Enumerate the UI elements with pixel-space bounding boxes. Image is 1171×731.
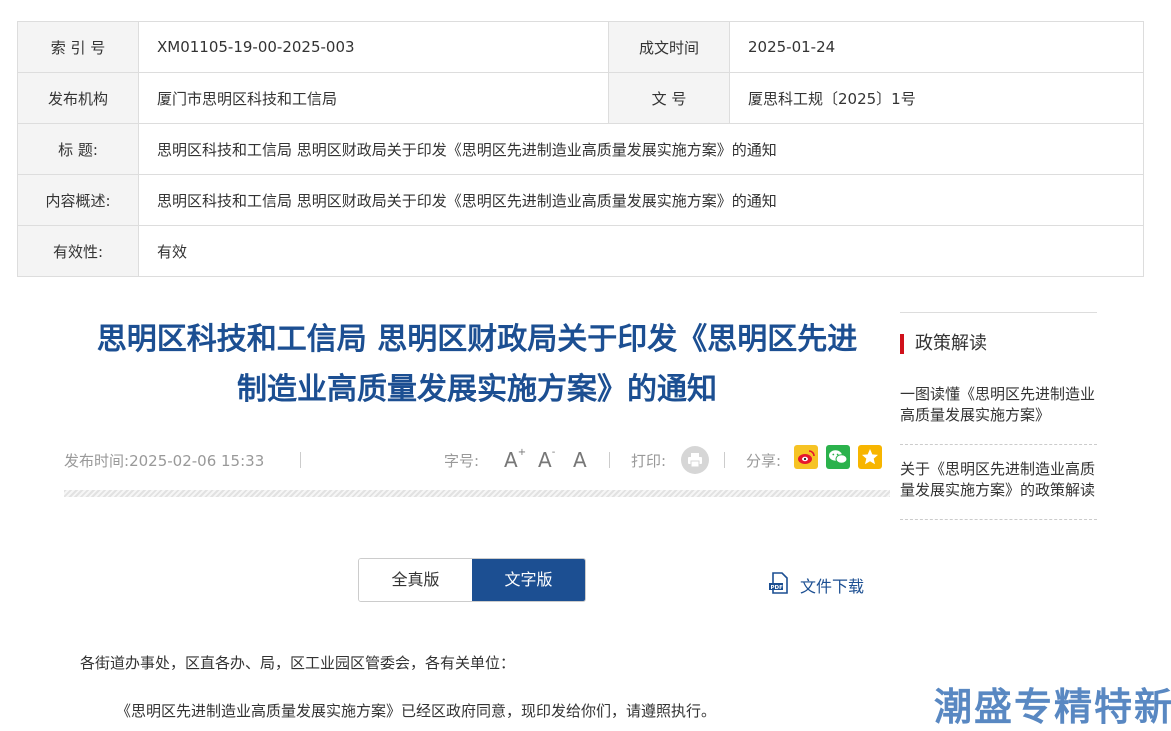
decorative-stripe [64,490,890,497]
publish-info: 发布时间:2025-02-06 15:33 [64,450,264,471]
full-version-tab[interactable]: 全真版 [359,559,472,601]
article-title-line1: 思明区科技和工信局 思明区财政局关于印发《思明区先进 [96,322,858,357]
publish-label: 发布时间: [64,452,130,470]
sidebar-heading: 政策解读 [900,332,1097,356]
index-number-label: 索 引 号 [17,21,139,73]
svg-text:PDF: PDF [771,585,784,591]
document-number-label: 文 号 [608,72,730,124]
title-value: 思明区科技和工信局 思明区财政局关于印发《思明区先进制造业高质量发展实施方案》的… [138,123,1144,175]
text-version-tab[interactable]: 文字版 [472,559,585,601]
sidebar-link-interpretation[interactable]: 关于《思明区先进制造业高质量发展实施方案》的政策解读 [900,445,1097,520]
pdf-icon: PDF [768,572,790,598]
wechat-icon[interactable] [826,445,850,469]
divider [724,452,725,468]
validity-value: 有效 [138,225,1144,277]
weibo-icon[interactable] [794,445,818,469]
body-paragraph: 《思明区先进制造业高质量发展实施方案》已经区政府同意，现印发给你们，请遵照执行。 [116,702,717,720]
qzone-icon[interactable] [858,445,882,469]
font-size-large-button[interactable]: A+ [504,447,526,472]
issuer-label: 发布机构 [17,72,139,124]
share-label: 分享: [746,452,782,470]
font-size-small-button[interactable]: A- [538,447,555,472]
document-number-value: 厦思科工规〔2025〕1号 [729,72,1144,124]
index-number-value: XM01105-19-00-2025-003 [138,21,609,73]
title-label: 标 题: [17,123,139,175]
font-size-default-button[interactable]: A [573,448,587,472]
print-icon[interactable] [681,446,709,474]
policy-sidebar: 政策解读 一图读懂《思明区先进制造业高质量发展实施方案》 关于《思明区先进制造业… [900,312,1097,520]
body-paragraph: 各街道办事处，区直各办、局，区工业园区管委会，各有关单位： [80,654,516,672]
summary-label: 内容概述: [17,174,139,226]
date-written-label: 成文时间 [608,21,730,73]
validity-label: 有效性: [17,225,139,277]
issuer-value: 厦门市思明区科技和工信局 [138,72,609,124]
sidebar-link-infographic[interactable]: 一图读懂《思明区先进制造业高质量发展实施方案》 [900,356,1097,445]
font-size-label: 字号: [444,452,480,470]
document-meta-table: 索 引 号 XM01105-19-00-2025-003 成文时间 2025-0… [17,21,1144,277]
print-label: 打印: [631,452,667,470]
article-title: 思明区科技和工信局 思明区财政局关于印发《思明区先进 制造业高质量发展实施方案》… [64,315,890,415]
publish-time: 2025-02-06 15:33 [129,452,265,470]
summary-value: 思明区科技和工信局 思明区财政局关于印发《思明区先进制造业高质量发展实施方案》的… [138,174,1144,226]
date-written-value: 2025-01-24 [729,21,1144,73]
download-label: 文件下载 [800,577,865,596]
file-download-link[interactable]: PDF 文件下载 [768,572,864,598]
divider [609,452,610,468]
article-title-line2: 制造业高质量发展实施方案》的通知 [237,372,717,407]
article-info-bar: 发布时间:2025-02-06 15:33 字号: A+ A- A 打印: 分享… [64,444,890,478]
divider [300,452,301,468]
watermark-logo: 潮盛专精特新 [934,685,1171,729]
version-toggle: 全真版 文字版 [358,558,586,602]
